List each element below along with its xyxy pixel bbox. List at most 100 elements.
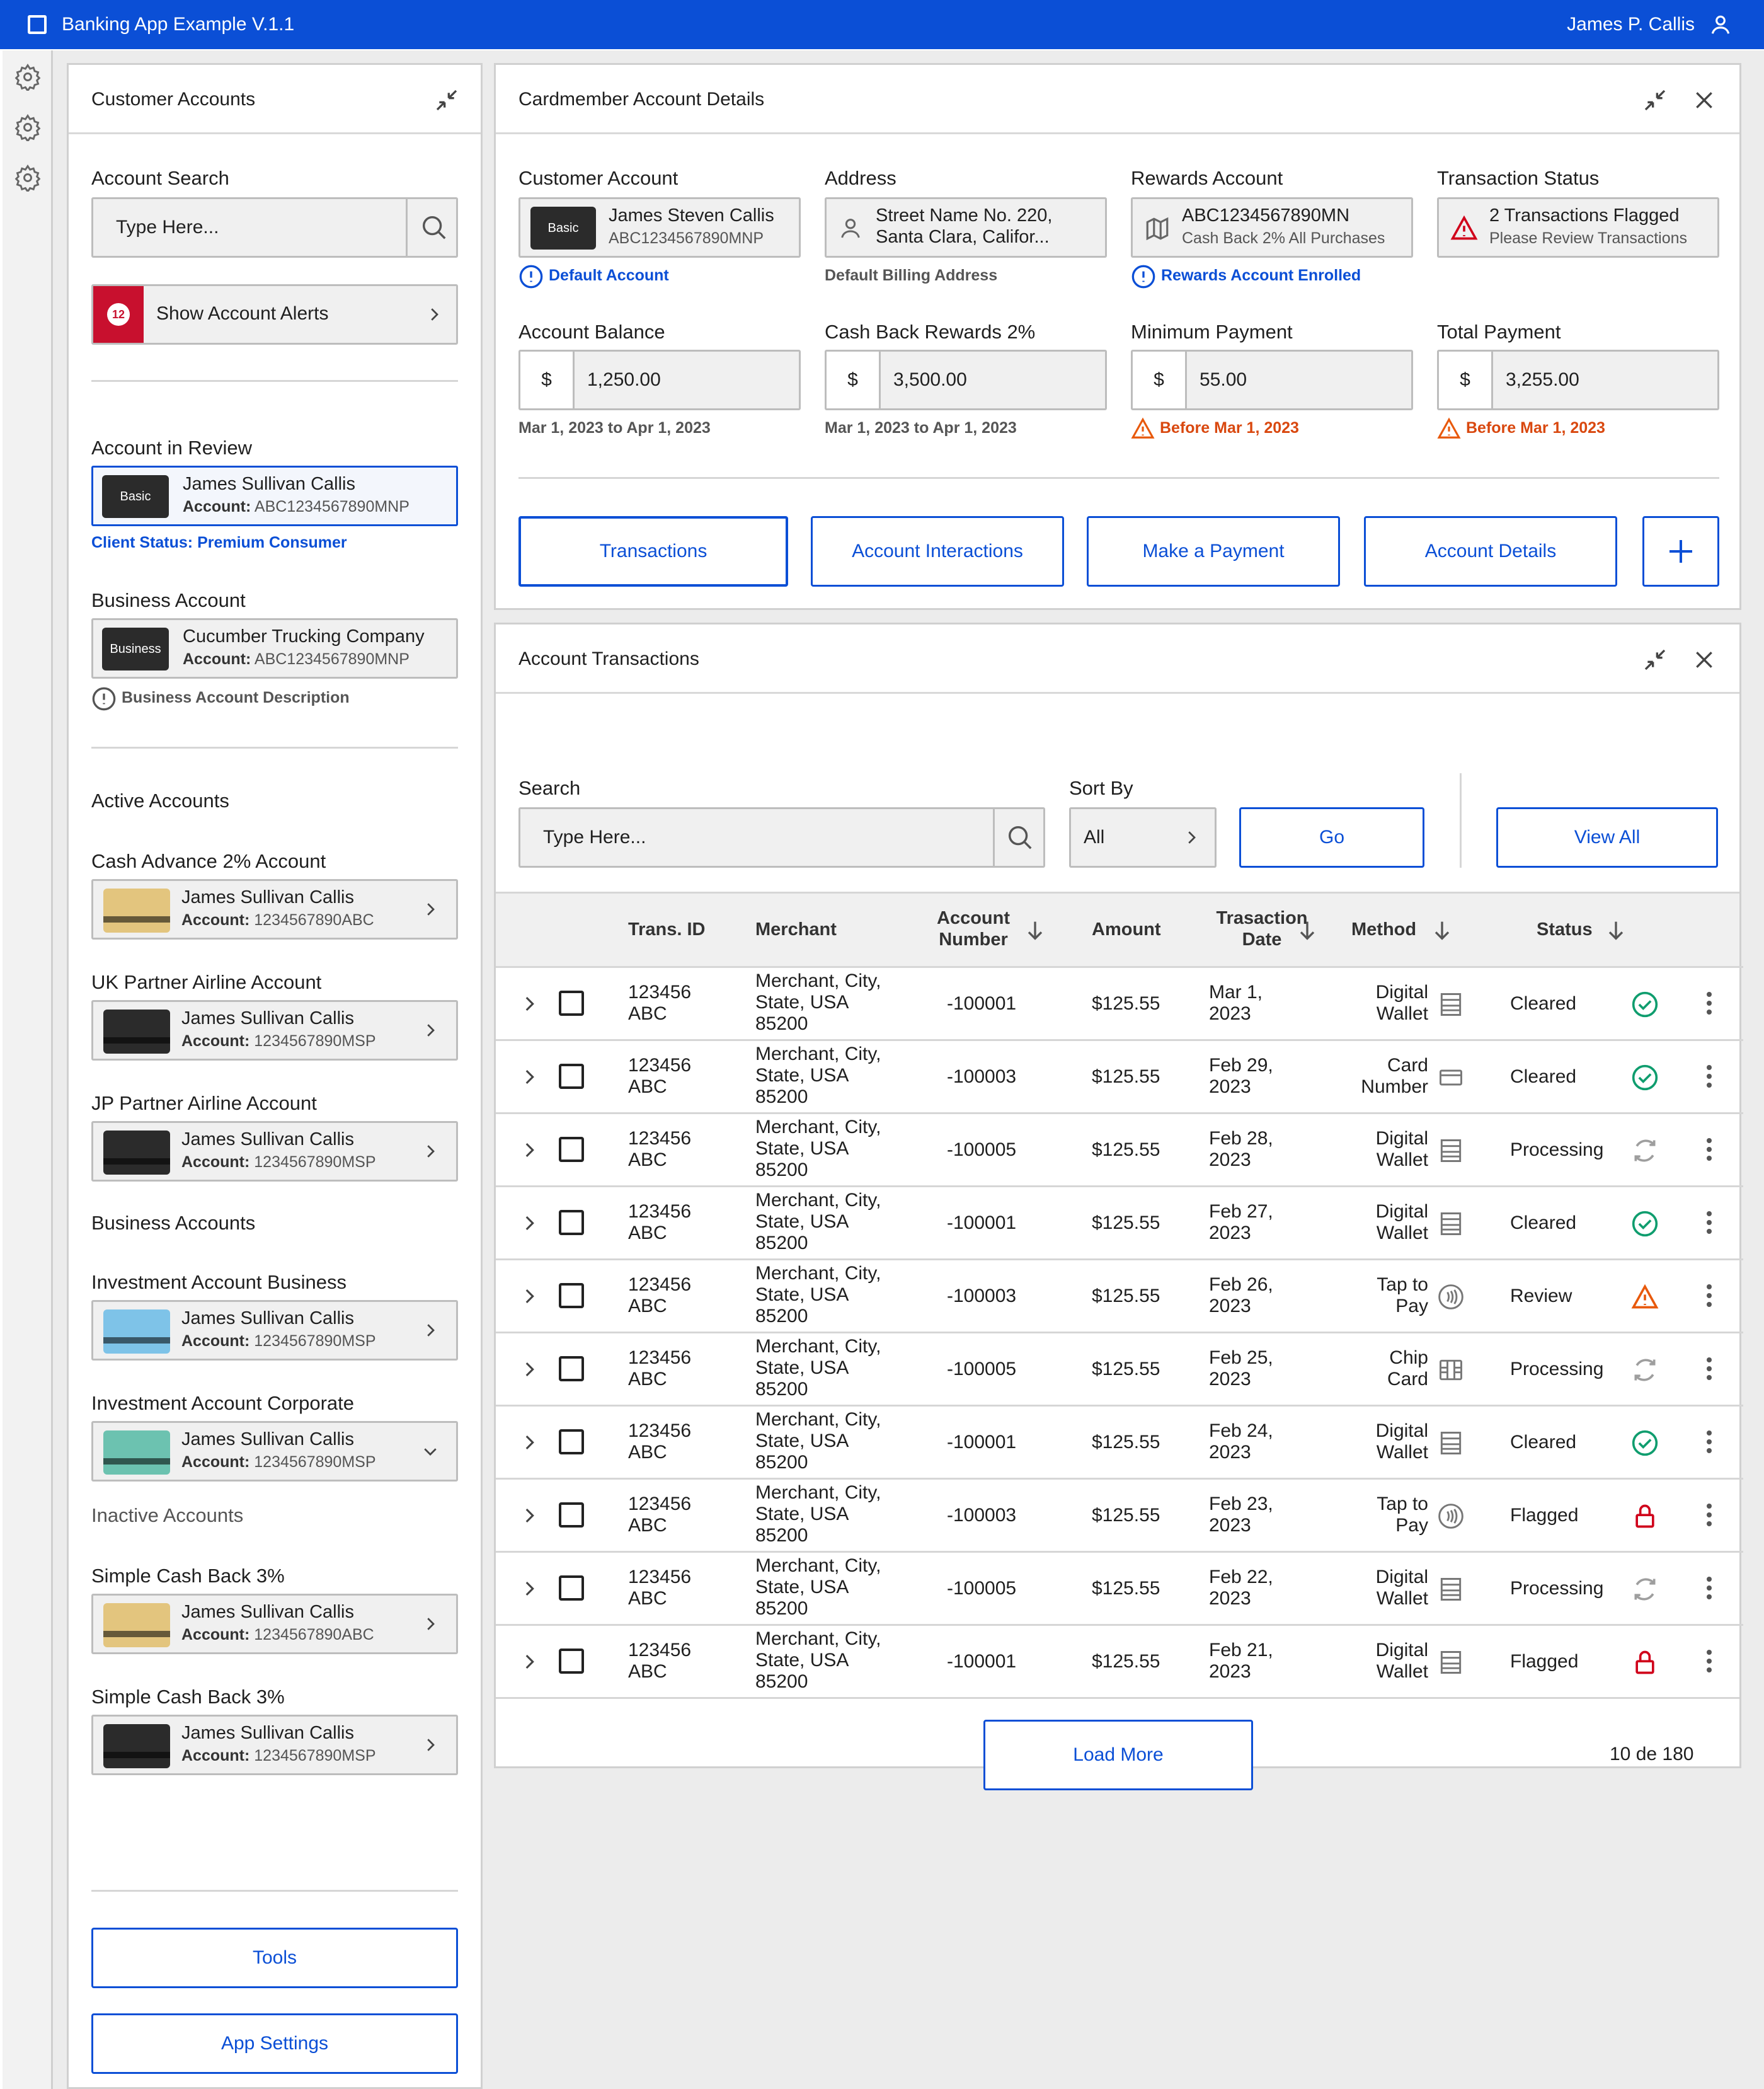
- more-options-icon[interactable]: [1707, 1357, 1712, 1384]
- chevron-right-icon[interactable]: [518, 1432, 540, 1453]
- search-icon[interactable]: [1005, 823, 1034, 852]
- chevron-right-icon[interactable]: [421, 1614, 440, 1633]
- transactions-button[interactable]: Transactions: [518, 516, 788, 587]
- go-button[interactable]: Go: [1239, 807, 1424, 868]
- account-search-input[interactable]: Type Here...: [91, 197, 458, 258]
- chevron-right-icon[interactable]: [518, 1212, 540, 1234]
- account-card[interactable]: James Sullivan Callis Account: 1234567890…: [91, 879, 458, 940]
- row-checkbox[interactable]: [559, 1649, 584, 1674]
- add-button[interactable]: [1642, 516, 1719, 587]
- sort-arrow-icon[interactable]: [1603, 918, 1629, 943]
- chevron-right-icon[interactable]: [421, 1735, 440, 1754]
- sort-by-select[interactable]: All: [1069, 807, 1217, 868]
- column-header-account-number[interactable]: Account Number: [929, 907, 1017, 950]
- chevron-right-icon[interactable]: [518, 1651, 540, 1672]
- more-options-icon[interactable]: [1707, 992, 1712, 1018]
- row-checkbox[interactable]: [559, 1575, 584, 1601]
- load-more-button[interactable]: Load More: [983, 1720, 1253, 1790]
- column-header-merchant[interactable]: Merchant: [755, 919, 837, 940]
- account-card[interactable]: James Sullivan Callis Account: 1234567890…: [91, 1121, 458, 1182]
- account-interactions-button[interactable]: Account Interactions: [811, 516, 1064, 587]
- gear-icon[interactable]: [14, 113, 42, 141]
- row-checkbox[interactable]: [559, 1502, 584, 1528]
- column-header-status[interactable]: Status: [1537, 919, 1593, 940]
- chevron-right-icon[interactable]: [518, 1578, 540, 1599]
- account-details-button[interactable]: Account Details: [1364, 516, 1617, 587]
- view-all-button[interactable]: View All: [1496, 807, 1718, 868]
- search-icon[interactable]: [420, 213, 449, 242]
- gear-icon[interactable]: [14, 164, 42, 192]
- review-account-card[interactable]: Basic James Sullivan Callis Account: ABC…: [91, 466, 458, 526]
- table-row[interactable]: 123456 ABC Merchant, City, State, USA 85200 -…: [496, 1258, 1743, 1332]
- transaction-status-field[interactable]: 2 Transactions Flagged Please Review Tra…: [1437, 197, 1719, 258]
- account-card[interactable]: James Sullivan Callis Account: 1234567890…: [91, 1594, 458, 1654]
- table-row[interactable]: 123456 ABC Merchant, City, State, USA 85200 -…: [496, 1332, 1743, 1405]
- column-header-trans-id[interactable]: Trans. ID: [628, 919, 706, 940]
- table-row[interactable]: 123456 ABC Merchant, City, State, USA 85200 -…: [496, 966, 1743, 1039]
- chevron-right-icon[interactable]: [518, 993, 540, 1015]
- customer-account-field[interactable]: Basic James Steven Callis ABC1234567890M…: [518, 197, 801, 258]
- collapse-icon[interactable]: [1642, 88, 1668, 113]
- more-options-icon[interactable]: [1707, 1650, 1712, 1676]
- rewards-account-field[interactable]: ABC1234567890MN Cash Back 2% All Purchas…: [1131, 197, 1413, 258]
- more-options-icon[interactable]: [1707, 1504, 1712, 1530]
- row-checkbox[interactable]: [559, 1356, 584, 1381]
- more-options-icon[interactable]: [1707, 1065, 1712, 1091]
- table-row[interactable]: 123456 ABC Merchant, City, State, USA 85200 -…: [496, 1185, 1743, 1258]
- user-icon[interactable]: [1709, 13, 1732, 37]
- total-payment-field[interactable]: $ 3,255.00: [1437, 350, 1719, 410]
- account-card[interactable]: James Sullivan Callis Account: 1234567890…: [91, 1421, 458, 1482]
- tools-button[interactable]: Tools: [91, 1928, 458, 1988]
- gear-icon[interactable]: [14, 63, 42, 91]
- row-checkbox[interactable]: [559, 991, 584, 1016]
- row-checkbox[interactable]: [559, 1137, 584, 1162]
- table-row[interactable]: 123456 ABC Merchant, City, State, USA 85200 -…: [496, 1551, 1743, 1624]
- account-balance-field[interactable]: $ 1,250.00: [518, 350, 801, 410]
- chevron-right-icon[interactable]: [518, 1139, 540, 1161]
- app-settings-button[interactable]: App Settings: [91, 2013, 458, 2074]
- more-options-icon[interactable]: [1707, 1138, 1712, 1165]
- table-row[interactable]: 123456 ABC Merchant, City, State, USA 85200 -…: [496, 1405, 1743, 1478]
- more-options-icon[interactable]: [1707, 1284, 1712, 1311]
- sort-arrow-icon[interactable]: [1022, 918, 1048, 943]
- table-row[interactable]: 123456 ABC Merchant, City, State, USA 85200 -…: [496, 1478, 1743, 1551]
- chevron-right-icon[interactable]: [421, 1321, 440, 1340]
- collapse-icon[interactable]: [434, 88, 459, 113]
- chevron-right-icon[interactable]: [518, 1066, 540, 1088]
- chevron-right-icon[interactable]: [421, 900, 440, 919]
- transaction-search-input[interactable]: Type Here...: [518, 807, 1045, 868]
- close-icon[interactable]: [1692, 88, 1717, 113]
- account-card[interactable]: James Sullivan Callis Account: 1234567890…: [91, 1715, 458, 1775]
- collapse-icon[interactable]: [1642, 647, 1668, 672]
- column-header-amount[interactable]: Amount: [1092, 919, 1161, 940]
- chevron-down-icon[interactable]: [421, 1442, 440, 1461]
- more-options-icon[interactable]: [1707, 1211, 1712, 1238]
- sort-arrow-icon[interactable]: [1429, 918, 1455, 943]
- table-row[interactable]: 123456 ABC Merchant, City, State, USA 85200 -…: [496, 1112, 1743, 1185]
- address-field[interactable]: Street Name No. 220, Santa Clara, Califo…: [825, 197, 1107, 258]
- make-payment-button[interactable]: Make a Payment: [1087, 516, 1340, 587]
- table-row[interactable]: 123456 ABC Merchant, City, State, USA 85200 -…: [496, 1039, 1743, 1112]
- row-checkbox[interactable]: [559, 1210, 584, 1235]
- row-checkbox[interactable]: [559, 1064, 584, 1089]
- row-checkbox[interactable]: [559, 1429, 584, 1454]
- column-header-method[interactable]: Method: [1351, 919, 1416, 940]
- minimum-payment-field[interactable]: $ 55.00: [1131, 350, 1413, 410]
- table-row[interactable]: 123456 ABC Merchant, City, State, USA 85200 -…: [496, 1624, 1743, 1697]
- cashback-field[interactable]: $ 3,500.00: [825, 350, 1107, 410]
- account-card[interactable]: James Sullivan Callis Account: 1234567890…: [91, 1300, 458, 1361]
- sort-arrow-icon[interactable]: [1295, 918, 1320, 943]
- row-checkbox[interactable]: [559, 1283, 584, 1308]
- client-status[interactable]: Client Status: Premium Consumer: [91, 534, 347, 552]
- close-icon[interactable]: [1692, 647, 1717, 672]
- more-options-icon[interactable]: [1707, 1430, 1712, 1457]
- chevron-right-icon[interactable]: [421, 1021, 440, 1040]
- business-account-card[interactable]: Business Cucumber Trucking Company Accou…: [91, 618, 458, 679]
- show-account-alerts-button[interactable]: 12 Show Account Alerts: [91, 284, 458, 345]
- account-card[interactable]: James Sullivan Callis Account: 1234567890…: [91, 1000, 458, 1061]
- user-name[interactable]: James P. Callis: [1567, 0, 1695, 49]
- chevron-right-icon[interactable]: [518, 1505, 540, 1526]
- more-options-icon[interactable]: [1707, 1577, 1712, 1603]
- chevron-right-icon[interactable]: [421, 1142, 440, 1161]
- chevron-right-icon[interactable]: [518, 1286, 540, 1307]
